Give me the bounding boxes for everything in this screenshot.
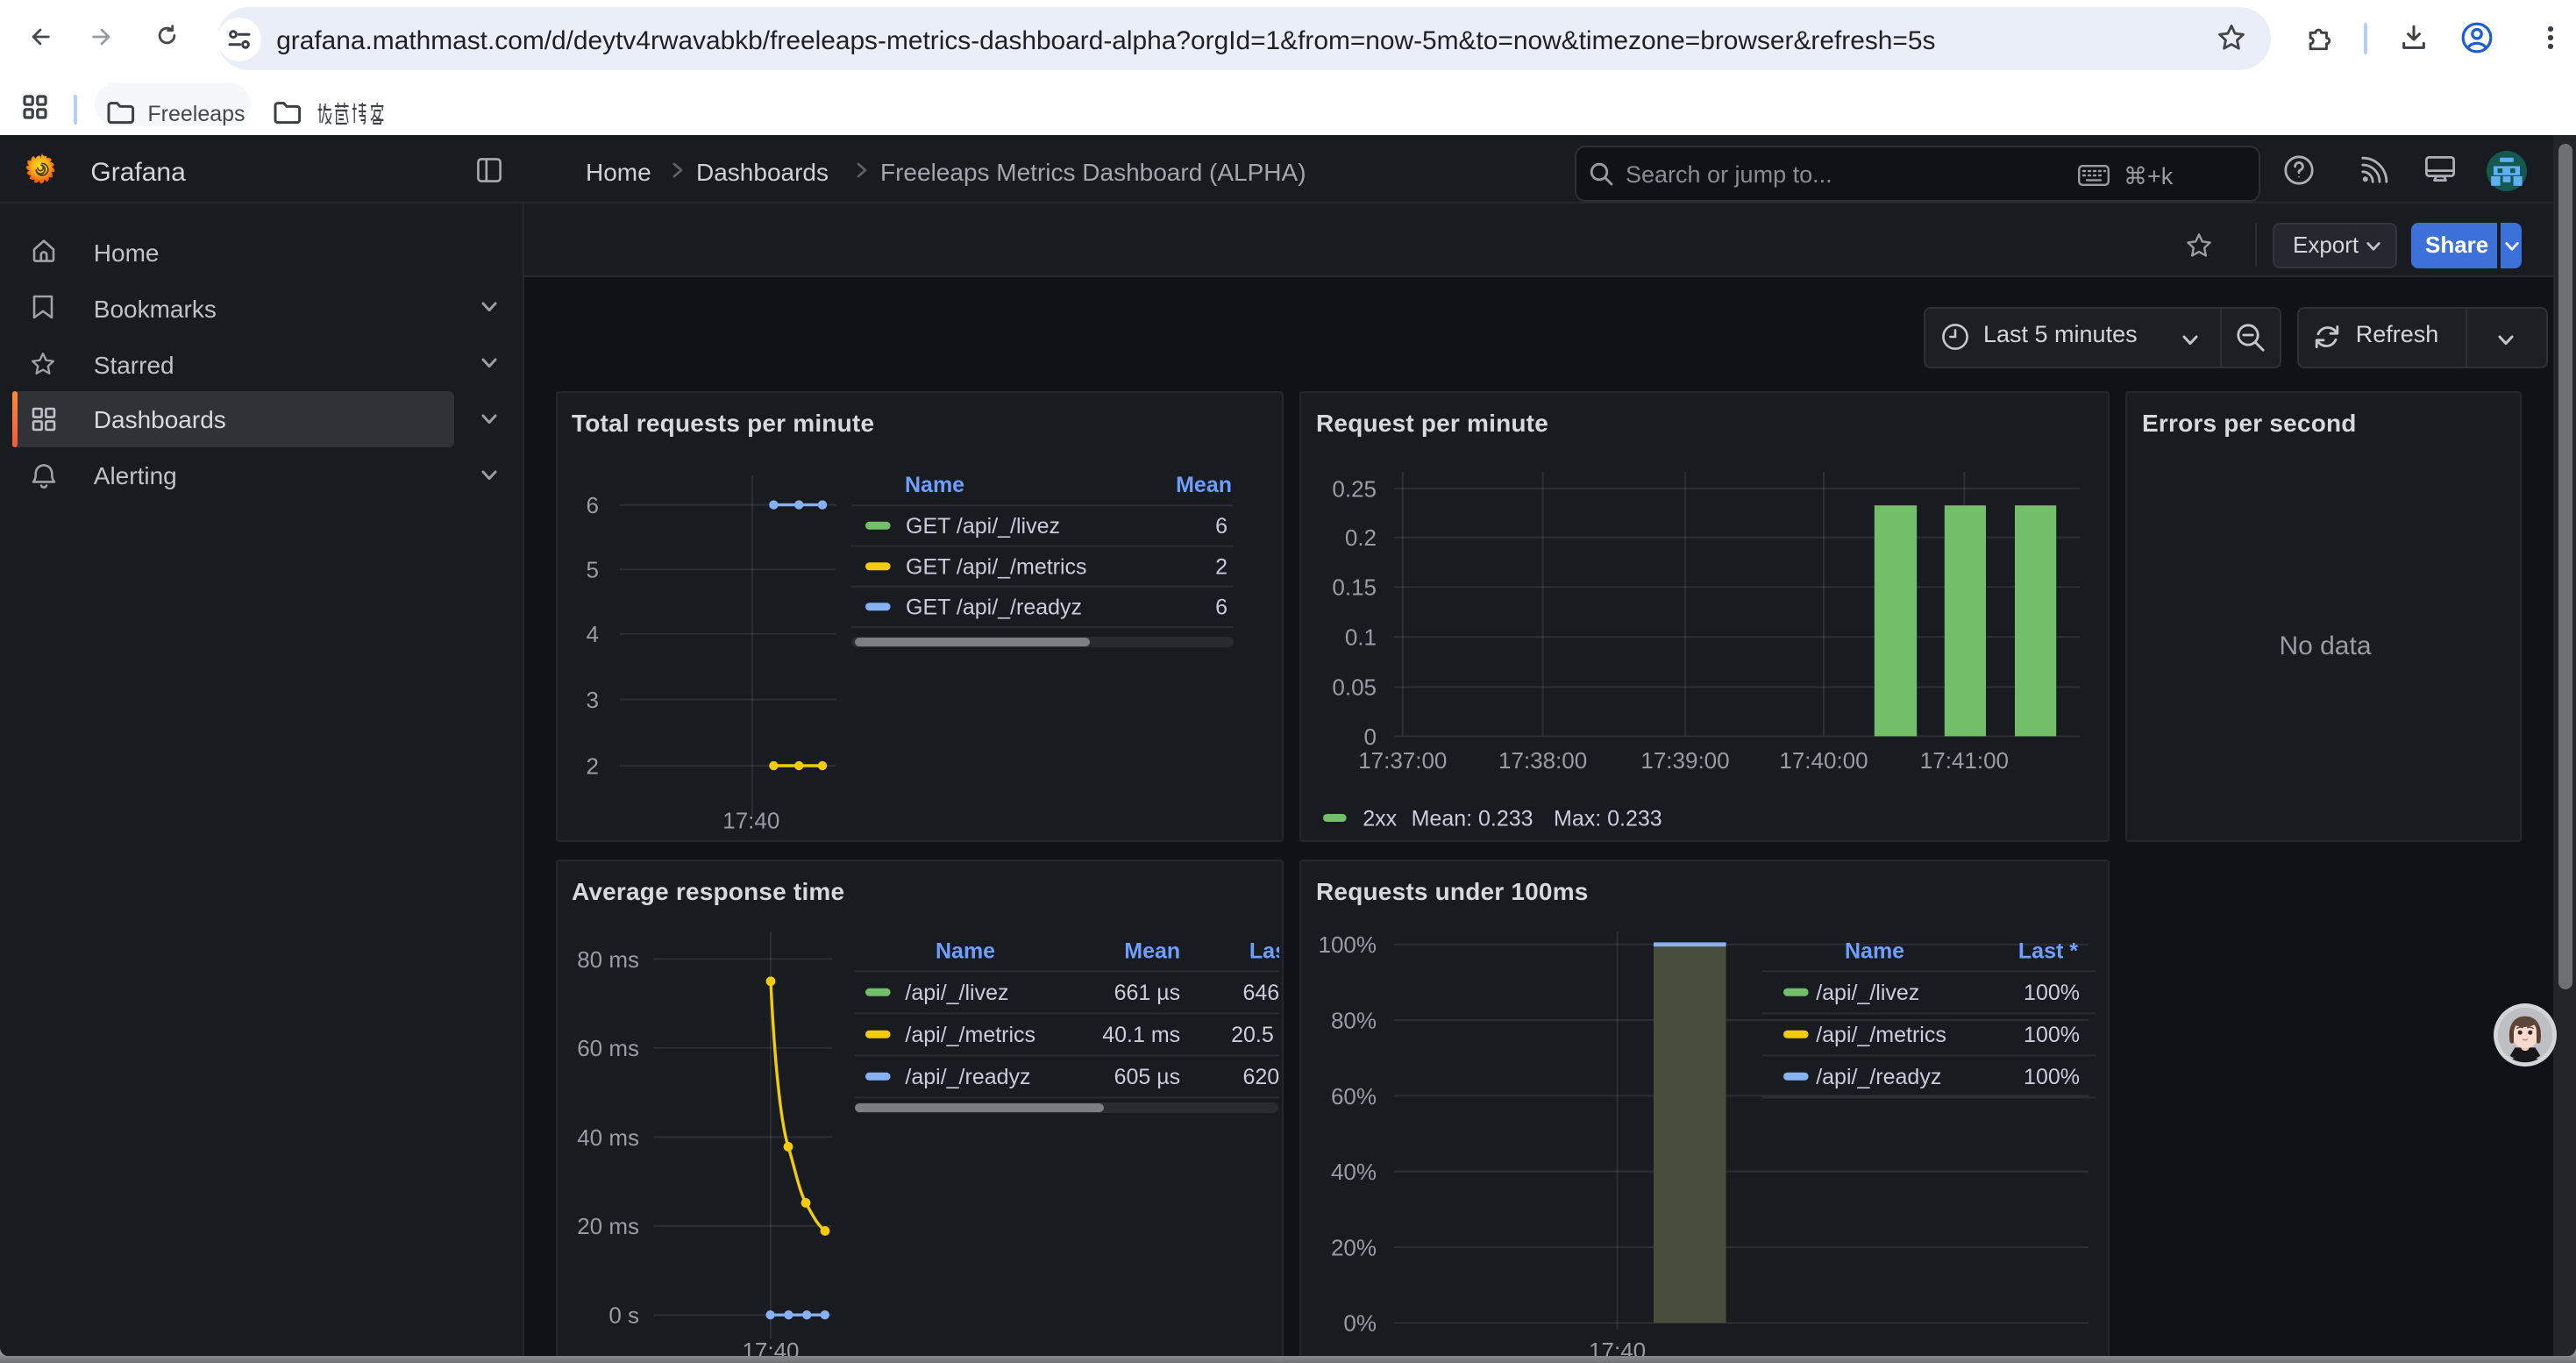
svg-text:0 s: 0 s <box>608 1302 638 1329</box>
svg-text:17:37:00: 17:37:00 <box>1358 748 1447 774</box>
svg-text:17:39:00: 17:39:00 <box>1640 748 1729 774</box>
svg-text:0.25: 0.25 <box>1332 476 1377 503</box>
svg-text:661 µs: 661 µs <box>1114 981 1180 1006</box>
svg-text:/api/_/metrics: /api/_/metrics <box>904 1024 1035 1048</box>
svg-text:/api/_/livez: /api/_/livez <box>904 981 1007 1006</box>
svg-text:0.2: 0.2 <box>1345 525 1377 552</box>
svg-text:0%: 0% <box>1343 1310 1377 1337</box>
svg-text:Last *: Last * <box>1249 939 1284 964</box>
svg-text:/api/_/metrics: /api/_/metrics <box>1816 1024 1946 1048</box>
svg-text:4: 4 <box>586 622 598 648</box>
svg-text:40 ms: 40 ms <box>576 1124 638 1151</box>
svg-text:2: 2 <box>1214 555 1227 580</box>
svg-text:605 µs: 605 µs <box>1114 1066 1180 1090</box>
svg-text:/api/_/livez: /api/_/livez <box>1816 981 1919 1006</box>
svg-text:0.1: 0.1 <box>1345 624 1377 651</box>
svg-text:6: 6 <box>1214 596 1227 620</box>
svg-text:0.15: 0.15 <box>1332 574 1377 601</box>
svg-text:80%: 80% <box>1331 1008 1377 1034</box>
svg-text:646 µs: 646 µs <box>1242 981 1284 1006</box>
svg-text:40.1 ms: 40.1 ms <box>1101 1024 1179 1048</box>
svg-text:2: 2 <box>586 753 598 780</box>
svg-text:GET /api/_/livez: GET /api/_/livez <box>905 515 1059 539</box>
svg-text:2xx: 2xx <box>1363 807 1397 831</box>
svg-text:Last *: Last * <box>2018 939 2078 964</box>
svg-text:Name: Name <box>935 939 994 964</box>
svg-text:/api/_/readyz: /api/_/readyz <box>1816 1066 1941 1090</box>
svg-text:20.5 ms: 20.5 ms <box>1230 1024 1284 1048</box>
svg-text:100%: 100% <box>2024 1066 2080 1090</box>
svg-text:100%: 100% <box>1319 932 1377 959</box>
svg-text:Max: 0.233: Max: 0.233 <box>1554 807 1662 831</box>
svg-text:Mean: 0.233: Mean: 0.233 <box>1412 807 1534 831</box>
svg-text:Mean: Mean <box>1175 474 1231 498</box>
svg-text:17:38:00: 17:38:00 <box>1498 748 1587 774</box>
svg-text:40%: 40% <box>1331 1160 1377 1186</box>
svg-text:0.05: 0.05 <box>1332 674 1377 701</box>
svg-text:60%: 60% <box>1331 1083 1377 1110</box>
svg-text:17:41:00: 17:41:00 <box>1920 748 2009 774</box>
svg-text:20%: 20% <box>1331 1235 1377 1261</box>
svg-text:60 ms: 60 ms <box>576 1036 638 1062</box>
svg-text:17:40: 17:40 <box>741 1338 798 1356</box>
svg-text:Name: Name <box>904 474 964 498</box>
svg-text:GET /api/_/metrics: GET /api/_/metrics <box>905 555 1086 580</box>
svg-text:620 µs: 620 µs <box>1242 1066 1284 1090</box>
svg-text:17:40:00: 17:40:00 <box>1779 748 1868 774</box>
svg-text:20 ms: 20 ms <box>576 1214 638 1240</box>
svg-text:100%: 100% <box>2024 981 2080 1006</box>
svg-text:100%: 100% <box>2024 1024 2080 1048</box>
svg-text:5: 5 <box>586 557 598 583</box>
svg-text:80 ms: 80 ms <box>576 946 638 973</box>
svg-text:Name: Name <box>1845 939 1904 964</box>
svg-text:6: 6 <box>1214 515 1227 539</box>
svg-text:GET /api/_/readyz: GET /api/_/readyz <box>905 596 1081 620</box>
svg-text:Mean: Mean <box>1123 939 1179 964</box>
svg-text:17:40: 17:40 <box>722 808 779 834</box>
svg-text:0: 0 <box>1364 724 1377 751</box>
svg-text:/api/_/readyz: /api/_/readyz <box>904 1066 1029 1090</box>
svg-text:6: 6 <box>586 493 598 519</box>
svg-text:17:40: 17:40 <box>1589 1338 1646 1356</box>
svg-text:3: 3 <box>586 688 598 714</box>
